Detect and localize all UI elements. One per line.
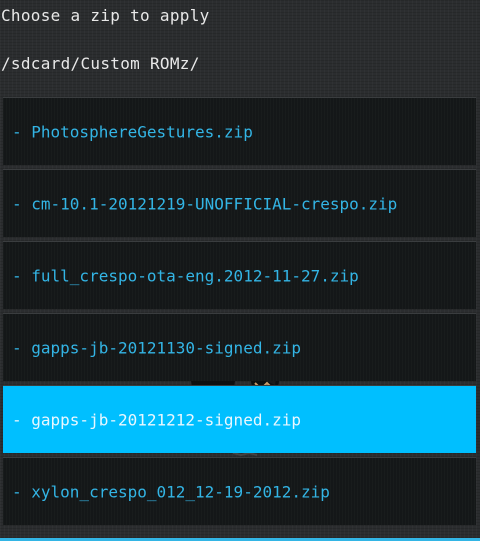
file-item-xylon-crespo[interactable]: - xylon_crespo_012_12-19-2012.zip (3, 457, 476, 525)
page-title: Choose a zip to apply (1, 6, 210, 25)
file-item-label: - full_crespo-ota-eng.2012-11-27.zip (12, 266, 359, 285)
file-list: - PhotosphereGestures.zip - cm-10.1-2012… (3, 97, 476, 529)
file-item-label: - PhotosphereGestures.zip (12, 122, 253, 141)
current-path: /sdcard/Custom ROMz/ (1, 54, 200, 73)
file-item-label: - xylon_crespo_012_12-19-2012.zip (12, 482, 330, 501)
file-item-gapps-20121130[interactable]: - gapps-jb-20121130-signed.zip (3, 313, 476, 381)
file-item-label: - cm-10.1-20121219-UNOFFICIAL-crespo.zip (12, 194, 398, 213)
file-item-full-crespo-ota[interactable]: - full_crespo-ota-eng.2012-11-27.zip (3, 241, 476, 309)
file-item-gapps-20121212-selected[interactable]: - gapps-jb-20121212-signed.zip (3, 385, 476, 453)
file-item-cm-10-1[interactable]: - cm-10.1-20121219-UNOFFICIAL-crespo.zip (3, 169, 476, 237)
file-item-label: - gapps-jb-20121130-signed.zip (12, 338, 301, 357)
file-item-photospheregestures[interactable]: - PhotosphereGestures.zip (3, 97, 476, 165)
file-item-label: - gapps-jb-20121212-signed.zip (12, 410, 301, 429)
